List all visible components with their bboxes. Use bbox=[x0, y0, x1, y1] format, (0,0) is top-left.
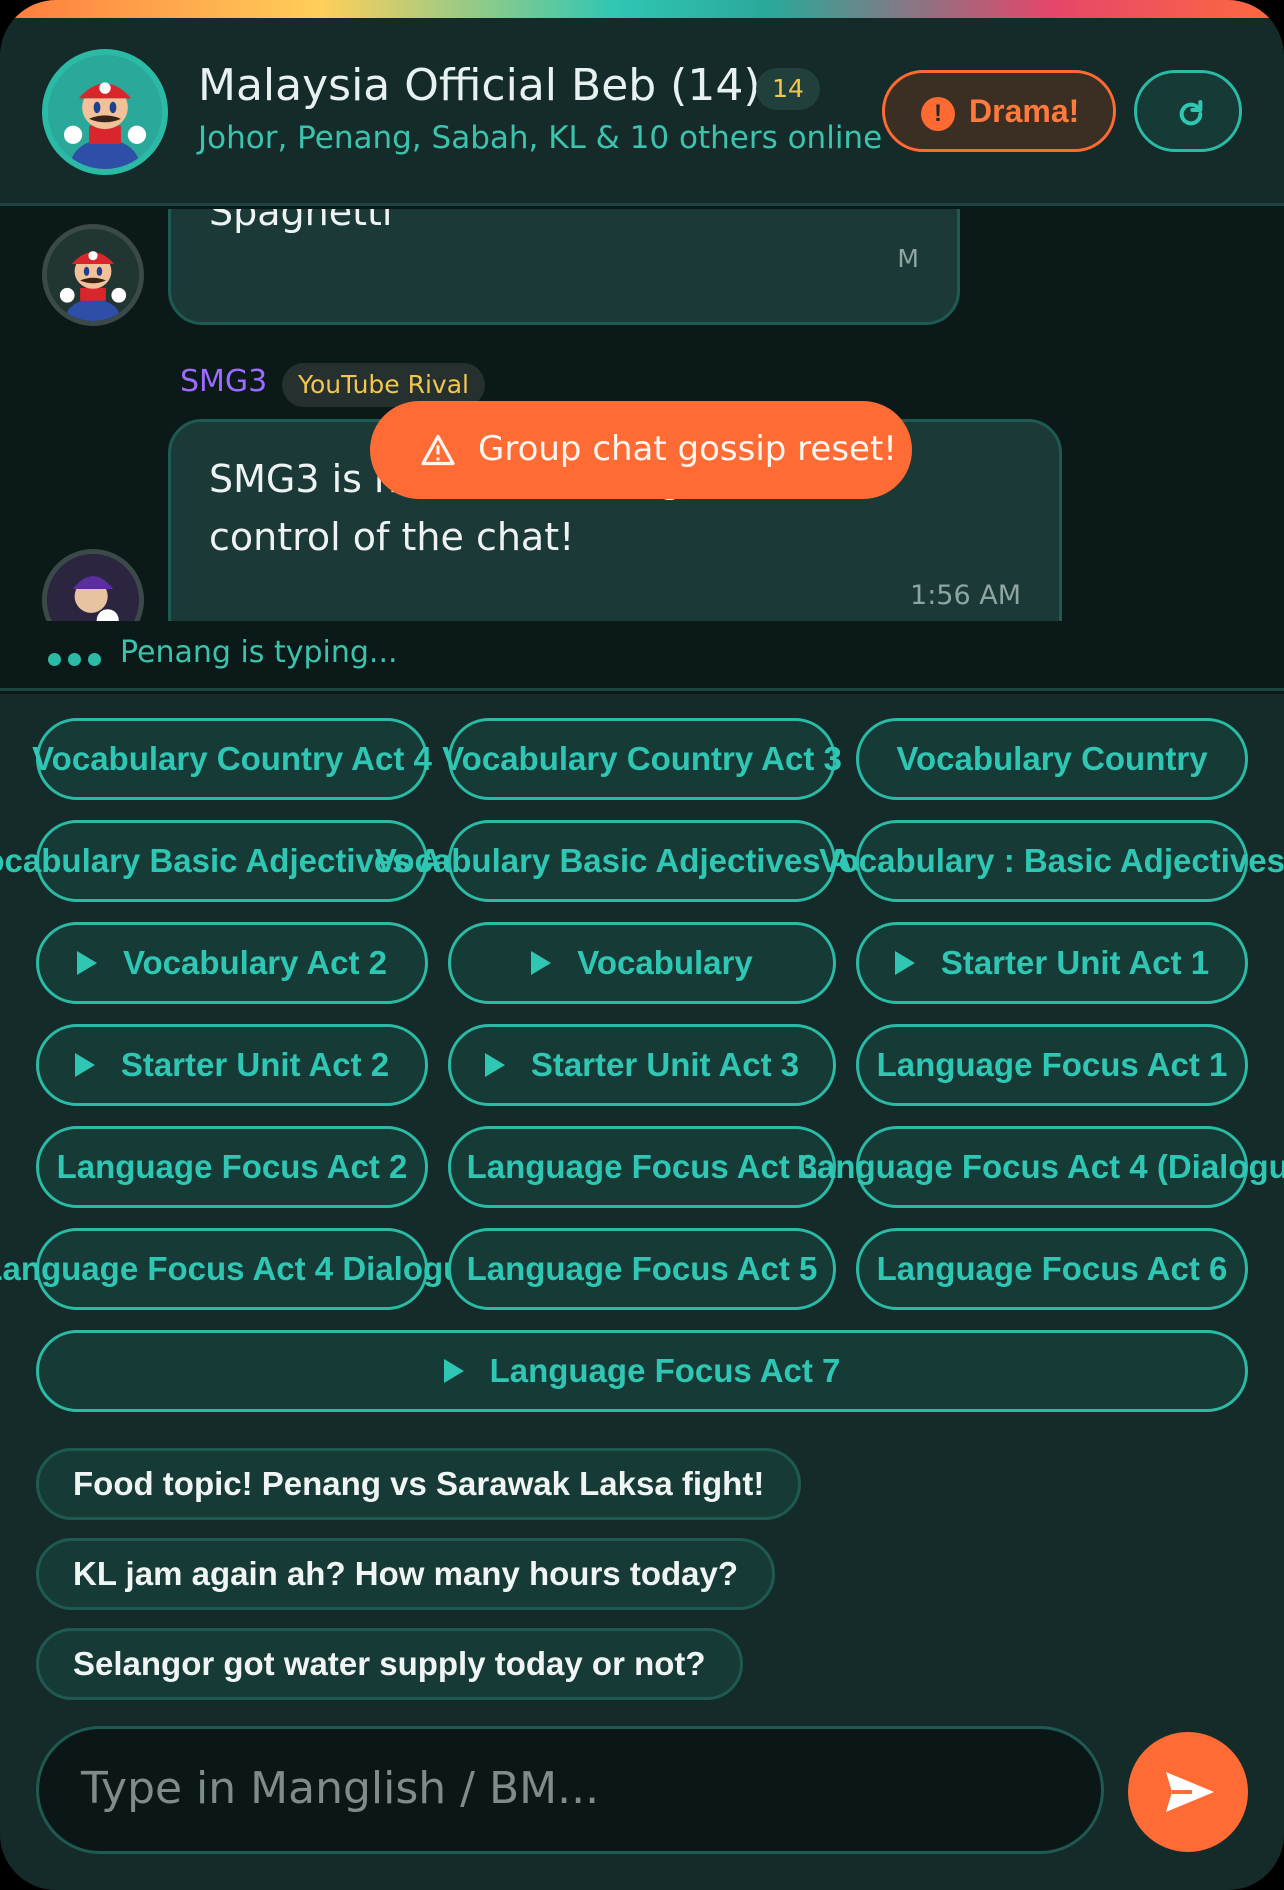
activity-button[interactable]: Language Focus Act 1 bbox=[856, 1024, 1248, 1106]
activity-button[interactable]: Language Focus Act 3 bbox=[448, 1126, 836, 1208]
gradient-top-bar bbox=[0, 0, 1284, 18]
drama-button[interactable]: ! Drama! bbox=[882, 70, 1116, 152]
topic-chip[interactable]: Selangor got water supply today or not? bbox=[36, 1628, 743, 1700]
activity-label: Vocabulary Country bbox=[896, 740, 1208, 777]
activity-button[interactable]: Vocabulary Basic Adjectives Act 3 bbox=[0, 820, 499, 902]
activity-label: Starter Unit Act 3 bbox=[530, 1046, 800, 1083]
activity-button[interactable]: Starter Unit Act 2 bbox=[36, 1024, 428, 1106]
activity-button[interactable]: Vocabulary : Basic Adjectives bbox=[819, 820, 1284, 902]
activity-button[interactable]: Language Focus Act 5 bbox=[448, 1228, 836, 1310]
reset-toast: Group chat gossip reset! bbox=[370, 401, 912, 499]
activity-label: Vocabulary Act 2 bbox=[122, 944, 388, 981]
refresh-icon bbox=[1179, 100, 1203, 126]
alert-icon: ! bbox=[921, 97, 955, 131]
activity-label: Language Focus Act 4 (Dialogue bbox=[796, 1148, 1284, 1185]
message-bubble: Spaghetti M bbox=[168, 209, 960, 325]
typing-text: Penang is typing... bbox=[120, 635, 398, 670]
activity-label: Starter Unit Act 2 bbox=[120, 1046, 390, 1083]
mario-message-avatar[interactable] bbox=[42, 224, 144, 326]
actions-panel: Vocabulary Country Act 4 Vocabulary Count… bbox=[0, 694, 1284, 1890]
activity-button[interactable]: Vocabulary Act 2 bbox=[36, 922, 428, 1004]
group-title: Malaysia Official Beb (14) bbox=[198, 60, 761, 111]
activity-label: Language Focus Act 6 bbox=[876, 1250, 1228, 1287]
activity-label: Vocabulary Country Act 3 bbox=[442, 740, 842, 777]
activity-button[interactable]: Language Focus Act 7 bbox=[36, 1330, 1248, 1412]
group-avatar[interactable] bbox=[42, 49, 168, 175]
message-input[interactable]: Type in Manglish / BM... bbox=[36, 1726, 1104, 1854]
play-icon bbox=[443, 1359, 464, 1383]
send-button[interactable] bbox=[1128, 1732, 1248, 1852]
member-count-badge: 14 bbox=[756, 68, 820, 110]
activity-button[interactable]: Language Focus Act 2 bbox=[36, 1126, 428, 1208]
chat-app: Malaysia Official Beb (14) 14 Johor, Pen… bbox=[0, 0, 1284, 1890]
activity-label: Vocabulary bbox=[577, 944, 753, 981]
online-status: Johor, Penang, Sabah, KL & 10 others onl… bbox=[198, 120, 883, 156]
play-icon bbox=[76, 951, 97, 975]
message-sender: SMG3 bbox=[180, 364, 268, 399]
activity-button[interactable]: Language Focus Act 4 (Dialogue bbox=[797, 1126, 1284, 1208]
send-icon bbox=[1166, 1772, 1214, 1812]
message-list[interactable]: Spaghetti M SMG3 YouTube Rival SMG3 is h… bbox=[0, 209, 1284, 621]
mario-avatar-image bbox=[47, 229, 139, 321]
activity-label: Language Focus Act 1 bbox=[876, 1046, 1228, 1083]
activity-label: Language Focus Act 5 bbox=[466, 1250, 818, 1287]
typing-dot bbox=[68, 653, 81, 666]
toast-message: Group chat gossip reset! bbox=[478, 429, 897, 469]
activity-label: Language Focus Act 7 bbox=[489, 1352, 841, 1389]
activity-button[interactable]: Vocabulary bbox=[448, 922, 836, 1004]
activity-button[interactable]: Starter Unit Act 1 bbox=[856, 922, 1248, 1004]
typing-indicator: Penang is typing... bbox=[0, 621, 1284, 691]
activity-label: Language Focus Act 2 bbox=[56, 1148, 408, 1185]
message-time: M bbox=[897, 244, 919, 273]
activity-label: Vocabulary Country Act 4 bbox=[32, 740, 432, 777]
message-time: 1:56 AM bbox=[910, 580, 1021, 611]
message-input-placeholder: Type in Manglish / BM... bbox=[81, 1763, 600, 1814]
refresh-button[interactable] bbox=[1134, 70, 1242, 152]
activity-button[interactable]: Vocabulary Country Act 4 bbox=[32, 718, 432, 800]
drama-button-label: Drama! bbox=[969, 93, 1080, 129]
play-icon bbox=[74, 1053, 95, 1077]
typing-dot bbox=[48, 653, 61, 666]
warning-icon bbox=[421, 434, 455, 466]
activity-label: Language Focus Act 4 Dialogue bbox=[0, 1250, 482, 1287]
activity-label: Language Focus Act 3 bbox=[466, 1148, 818, 1185]
topic-chip[interactable]: KL jam again ah? How many hours today? bbox=[36, 1538, 775, 1610]
smg3-avatar-image bbox=[47, 554, 139, 621]
topic-chip[interactable]: Food topic! Penang vs Sarawak Laksa figh… bbox=[36, 1448, 802, 1520]
activity-button[interactable]: Language Focus Act 6 bbox=[856, 1228, 1248, 1310]
smg3-message-avatar[interactable] bbox=[42, 549, 144, 621]
activity-button[interactable]: Vocabulary Basic Adjectives Act 2 bbox=[375, 820, 909, 902]
play-icon bbox=[894, 951, 915, 975]
activity-button[interactable]: Language Focus Act 4 Dialogue bbox=[0, 1228, 482, 1310]
message-text: Spaghetti bbox=[209, 209, 393, 234]
activity-button[interactable]: Vocabulary Country Act 3 bbox=[442, 718, 842, 800]
typing-dot bbox=[88, 653, 101, 666]
activity-button[interactable]: Starter Unit Act 3 bbox=[448, 1024, 836, 1106]
activity-button[interactable]: Vocabulary Country bbox=[856, 718, 1248, 800]
activity-label: Starter Unit Act 1 bbox=[940, 944, 1210, 981]
play-icon bbox=[484, 1053, 505, 1077]
chat-header: Malaysia Official Beb (14) 14 Johor, Pen… bbox=[0, 18, 1284, 206]
play-icon bbox=[531, 951, 552, 975]
mario-avatar-image bbox=[48, 55, 162, 169]
activity-label: Vocabulary : Basic Adjectives bbox=[819, 842, 1284, 879]
